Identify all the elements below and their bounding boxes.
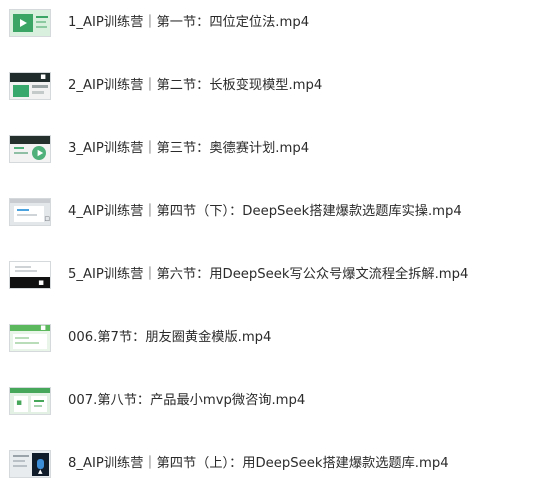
video-thumbnail-1 (9, 9, 51, 37)
slide-icon: ▪ (40, 72, 47, 82)
file-name: 2_AIP训练营｜第二节：长板变现模型.mp4 (68, 78, 323, 93)
video-thumbnail-2: ▪ (9, 72, 51, 100)
video-thumbnail-5: ▪ (9, 261, 51, 289)
file-name: 3_AIP训练营｜第三节：奥德赛计划.mp4 (68, 141, 310, 156)
file-name: 007.第八节：产品最小mvp微咨询.mp4 (68, 393, 306, 408)
file-name: 5_AIP训练营｜第六节：用DeepSeek写公众号爆文流程全拆解.mp4 (68, 267, 469, 282)
screen-icon: ▪ (38, 278, 45, 288)
file-row-1[interactable]: 1_AIP训练营｜第一节：四位定位法.mp4 (0, 5, 542, 41)
video-thumbnail-6: ▪ (9, 324, 51, 352)
file-row-7[interactable]: ▪ 007.第八节：产品最小mvp微咨询.mp4 (0, 383, 542, 419)
screen-icon: ▫ (44, 214, 51, 224)
file-name: 8_AIP训练营｜第四节（上）：用DeepSeek搭建爆款选题库.mp4 (68, 456, 449, 471)
video-thumbnail-4: ▫ (9, 198, 51, 226)
file-row-4[interactable]: ▫ 4_AIP训练营｜第四节（下）：DeepSeek搭建爆款选题库实操.mp4 (0, 194, 542, 230)
video-thumbnail-8: ▴ (9, 450, 51, 478)
file-row-3[interactable]: 3_AIP训练营｜第三节：奥德赛计划.mp4 (0, 131, 542, 167)
file-row-5[interactable]: ▪ 5_AIP训练营｜第六节：用DeepSeek写公众号爆文流程全拆解.mp4 (0, 257, 542, 293)
play-icon (20, 19, 27, 27)
file-name: 006.第7节：朋友圈黄金模版.mp4 (68, 330, 272, 345)
sheet-icon: ▪ (16, 398, 23, 408)
sheet-icon: ▪ (40, 324, 47, 333)
video-file-list: 1_AIP训练营｜第一节：四位定位法.mp4 ▪ 2_AIP训练营｜第二节：长板… (0, 0, 542, 483)
photo-icon: ▴ (38, 467, 43, 477)
file-row-2[interactable]: ▪ 2_AIP训练营｜第二节：长板变现模型.mp4 (0, 68, 542, 104)
video-thumbnail-7: ▪ (9, 387, 51, 415)
file-name: 4_AIP训练营｜第四节（下）：DeepSeek搭建爆款选题库实操.mp4 (68, 204, 462, 219)
file-name: 1_AIP训练营｜第一节：四位定位法.mp4 (68, 15, 310, 30)
video-thumbnail-3 (9, 135, 51, 163)
file-row-8[interactable]: ▴ 8_AIP训练营｜第四节（上）：用DeepSeek搭建爆款选题库.mp4 (0, 446, 542, 482)
file-row-6[interactable]: ▪ 006.第7节：朋友圈黄金模版.mp4 (0, 320, 542, 356)
slide-icon (37, 149, 44, 157)
